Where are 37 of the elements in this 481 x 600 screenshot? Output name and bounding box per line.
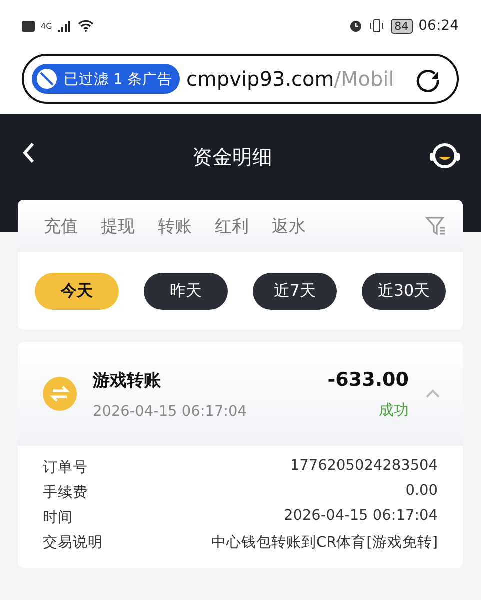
- signal-icon: [58, 20, 72, 32]
- category-tab[interactable]: 充值: [44, 214, 78, 238]
- ad-filter-badge[interactable]: 已过滤 1 条广告: [32, 64, 180, 94]
- transaction-title: 游戏转账: [93, 370, 162, 392]
- wifi-icon: [78, 20, 94, 32]
- category-tab[interactable]: 提现: [101, 214, 135, 238]
- detail-value: 0.00: [406, 483, 438, 501]
- period-button[interactable]: 近30天: [362, 272, 446, 310]
- ad-filter-label: 已过滤 1 条广告: [64, 70, 172, 88]
- period-button[interactable]: 近7天: [253, 272, 337, 310]
- network-label: 4G: [41, 22, 52, 30]
- alarm-icon: [348, 19, 363, 33]
- period-button[interactable]: 昨天: [144, 272, 228, 310]
- period-button[interactable]: 今天: [35, 272, 119, 310]
- transaction-status: 成功: [379, 400, 409, 420]
- clock-time: 06:24: [418, 18, 459, 34]
- url-text: cmpvip93.com/Mobil: [186, 67, 394, 91]
- address-bar[interactable]: 已过滤 1 条广告 cmpvip93.com/Mobil: [22, 54, 459, 104]
- back-icon[interactable]: [22, 142, 36, 164]
- ad-block-icon: [36, 68, 58, 90]
- detail-label: 订单号: [43, 459, 88, 477]
- battery-indicator: 84: [390, 18, 413, 34]
- category-tab[interactable]: 红利: [215, 214, 249, 238]
- detail-label: 交易说明: [43, 534, 103, 552]
- category-tab[interactable]: 转账: [158, 214, 192, 238]
- transaction-time: 2026-04-15 06:17:04: [93, 404, 248, 420]
- detail-label: 手续费: [43, 484, 88, 502]
- filter-icon[interactable]: [425, 215, 447, 237]
- detail-value: 2026-04-15 06:17:04: [284, 508, 438, 526]
- page-title: 资金明细: [192, 144, 272, 171]
- transfer-icon: [43, 377, 77, 411]
- category-tab[interactable]: 返水: [272, 214, 306, 238]
- vibrate-icon: [368, 19, 385, 33]
- detail-value: 1776205024283504: [290, 458, 438, 476]
- detail-value: 中心钱包转账到CR体育[游戏免转]: [211, 534, 438, 552]
- detail-label: 时间: [43, 509, 73, 527]
- transaction-amount: -633.00: [328, 368, 409, 390]
